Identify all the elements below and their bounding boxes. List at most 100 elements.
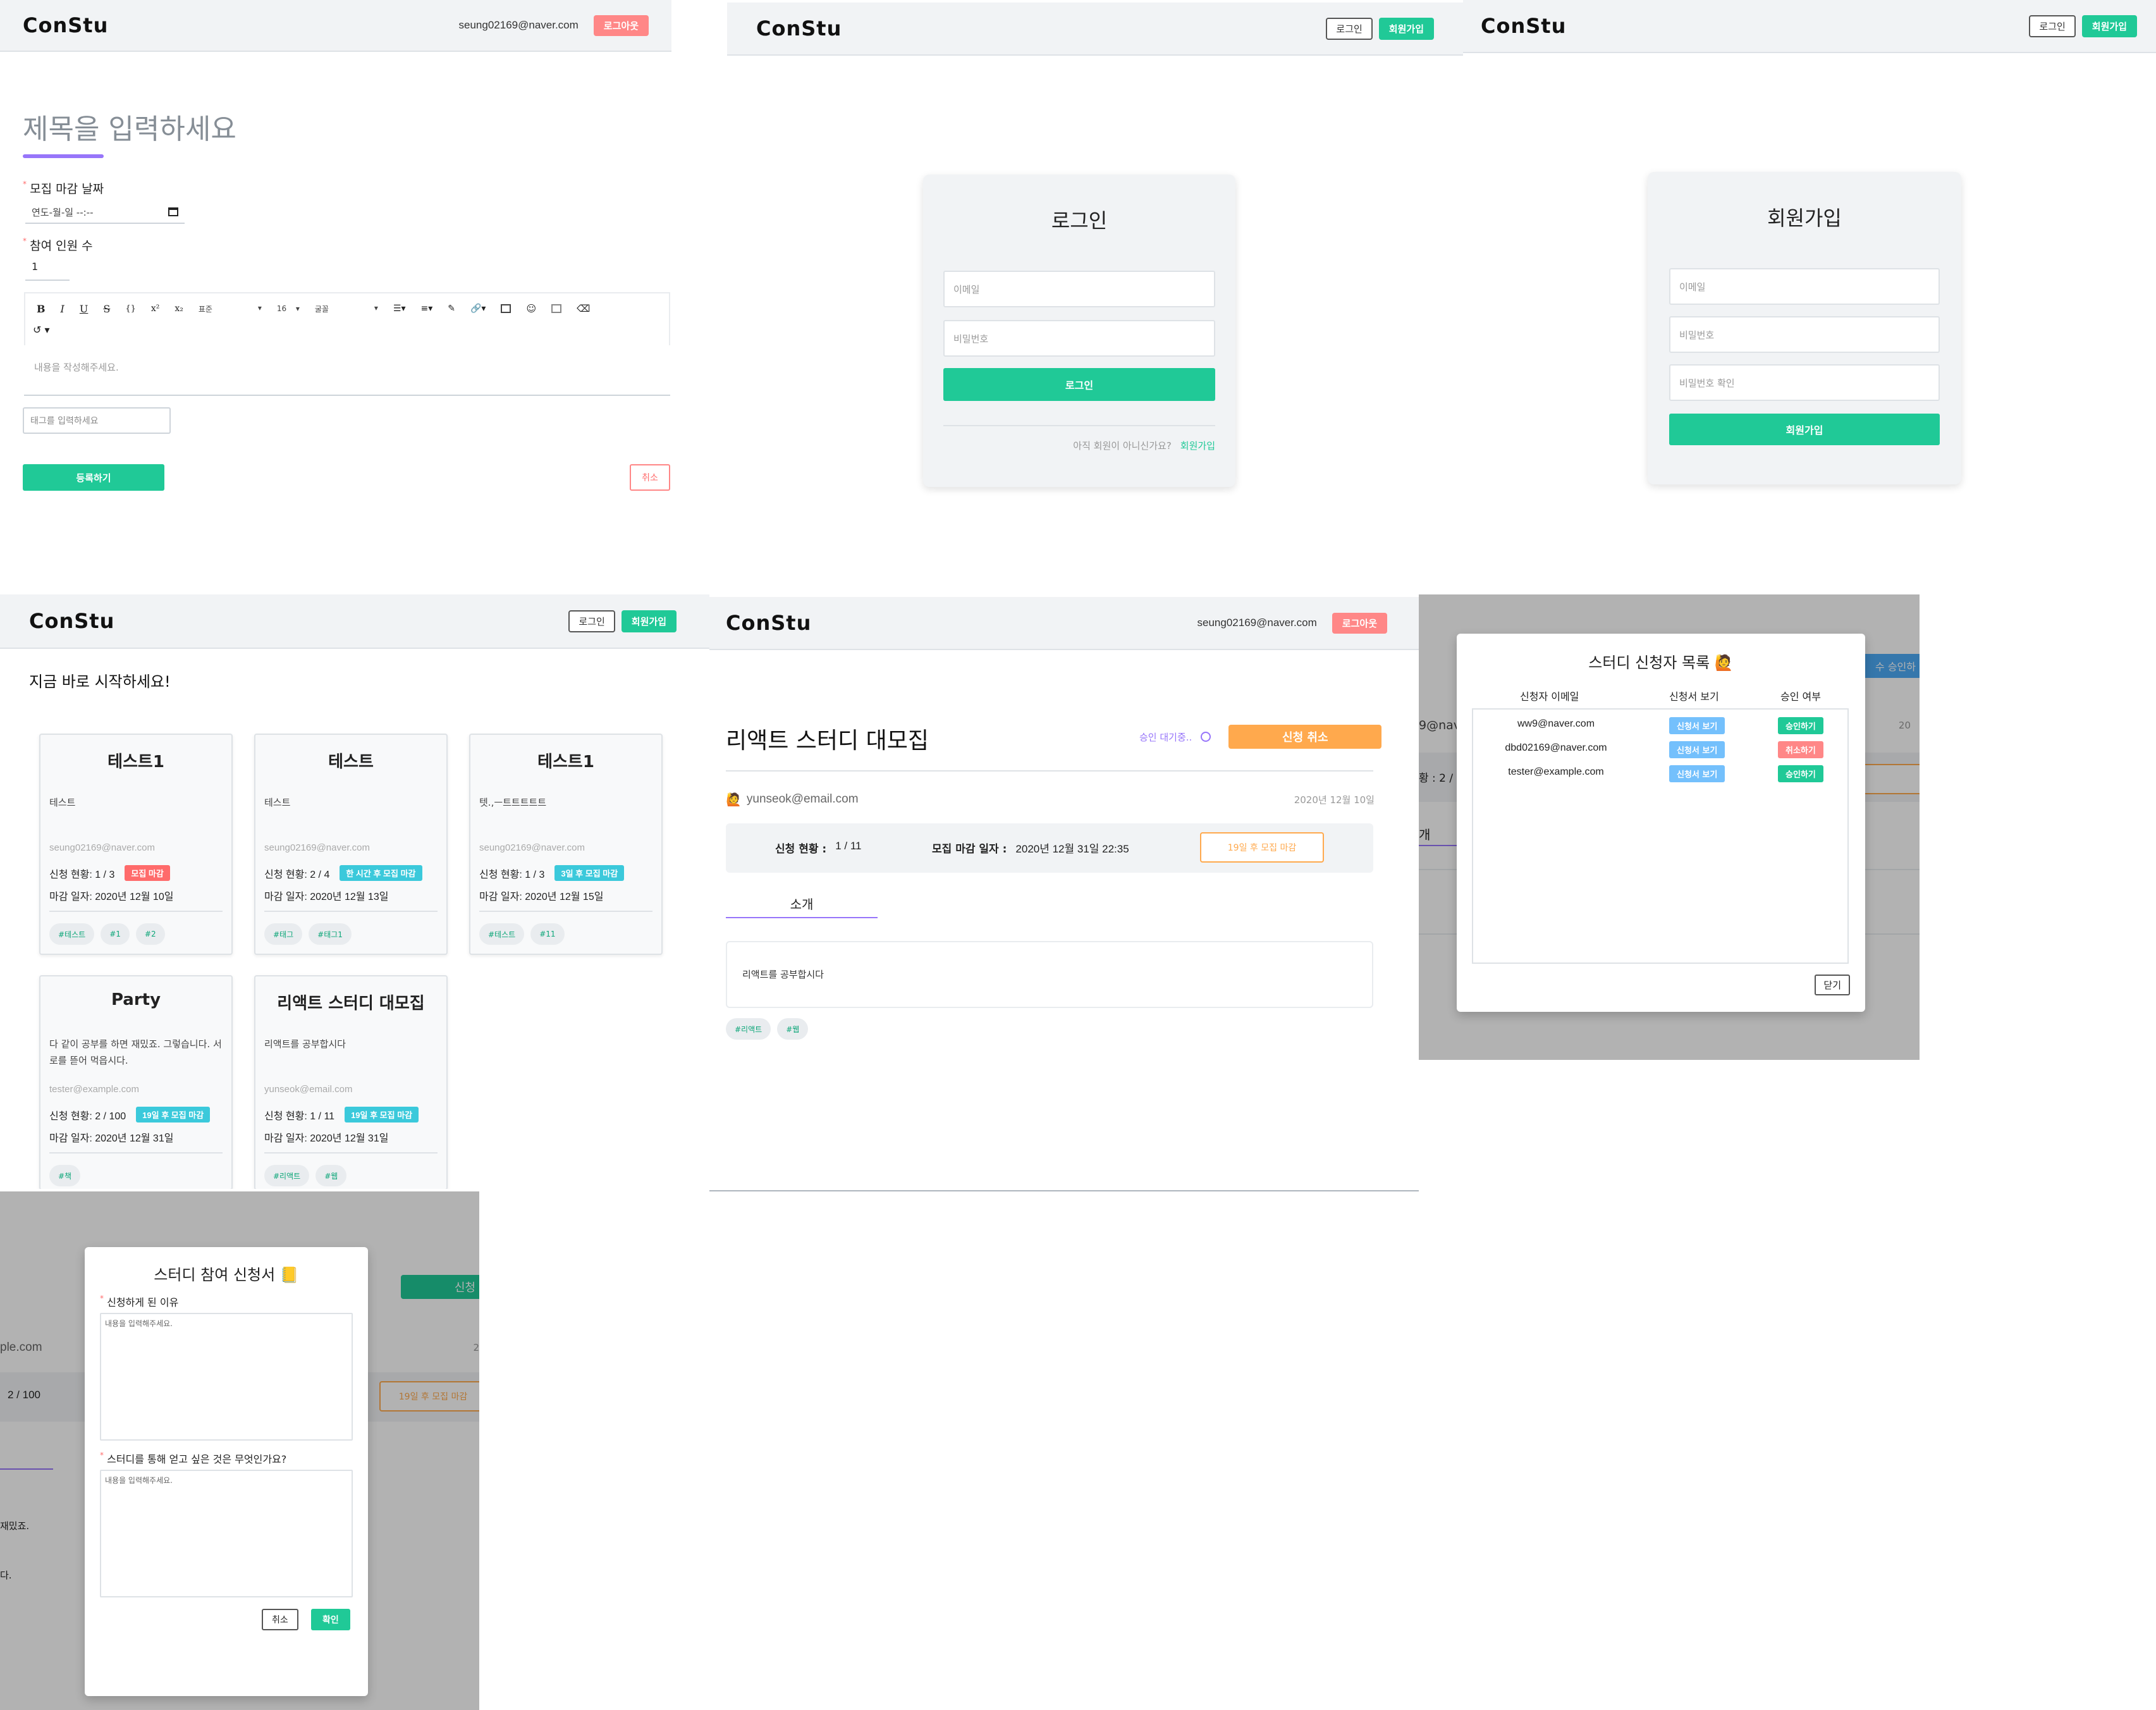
card-tags: #태그 #태그1 (264, 923, 438, 945)
view-application-button[interactable]: 신청서 보기 (1669, 741, 1725, 758)
code-button[interactable]: {} (125, 304, 136, 314)
approve-button[interactable]: 승인하기 (1778, 717, 1823, 734)
font-select[interactable]: 굴꼴 ▾ (315, 304, 378, 314)
question-1-placeholder: 내용을 입력해주세요. (105, 1319, 173, 1328)
align-icon[interactable]: ≡▾ (420, 304, 432, 314)
tag[interactable]: #리액트 (726, 1018, 771, 1040)
approve-button[interactable]: 승인하기 (1778, 765, 1823, 782)
italic-button[interactable]: I (61, 303, 64, 315)
signup-link[interactable]: 회원가입 (1180, 439, 1215, 452)
chevron-down-icon: ▾ (374, 303, 378, 312)
tag[interactable]: #11 (530, 923, 565, 945)
card-divider (49, 1152, 223, 1153)
tag-input[interactable]: 태그를 입력하세요 (23, 407, 171, 434)
view-application-button[interactable]: 신청서 보기 (1669, 765, 1725, 782)
submit-button[interactable]: 등록하기 (23, 464, 164, 491)
card-description: 텟.,ㅡ트트트트트 (479, 797, 547, 808)
card-author-email: tester@example.com (49, 1084, 139, 1095)
email-field[interactable]: 이메일 (943, 271, 1215, 307)
image-icon[interactable] (501, 304, 511, 313)
strike-button[interactable]: S (103, 303, 110, 315)
emoji-icon[interactable]: ☺ (526, 303, 536, 314)
question-2-textarea[interactable]: 내용을 입력해주세요. (100, 1470, 353, 1597)
logo[interactable]: ConStu (1481, 14, 1566, 38)
cancel-button[interactable]: 취소 (630, 464, 670, 491)
bold-button[interactable]: B (37, 303, 46, 315)
cancel-button[interactable]: 취소 (262, 1609, 298, 1630)
page-title: 리액트 스터디 대모집 (726, 728, 929, 754)
heading-select[interactable]: 표준 ▾ (199, 304, 262, 314)
tag[interactable]: #웹 (777, 1018, 809, 1040)
undo-icon[interactable]: ↺ ▾ (33, 324, 50, 336)
logo[interactable]: ConStu (23, 13, 108, 37)
superscript-button[interactable]: x² (151, 304, 160, 314)
card-title: 테스트1 (107, 753, 164, 772)
underline-button[interactable]: U (80, 303, 88, 315)
size-select[interactable]: 16 ▾ (277, 304, 300, 313)
modal-title: 스터디 참여 신청서 (154, 1266, 276, 1284)
card-divider (479, 911, 652, 912)
navbar: ConStu 로그인 회원가입 (727, 3, 1463, 56)
signup-nav-button[interactable]: 회원가입 (1378, 17, 1434, 40)
email-field[interactable]: 이메일 (1669, 268, 1940, 305)
login-card: 로그인 이메일 비밀번호 로그인 아직 회원이 아니신가요? 회원가입 (923, 175, 1235, 487)
tag[interactable]: #리액트 (264, 1165, 310, 1186)
login-nav-button[interactable]: 로그인 (1326, 17, 1373, 40)
study-card[interactable]: 테스트1 텟.,ㅡ트트트트트 seung02169@naver.com 신청 현… (469, 734, 663, 955)
tag[interactable]: #테스트 (479, 923, 525, 945)
signup-submit-button[interactable]: 회원가입 (1669, 414, 1940, 445)
signup-nav-button[interactable]: 회원가입 (2081, 15, 2137, 37)
logout-button[interactable]: 로그아웃 (593, 15, 649, 36)
tag[interactable]: #태그 (264, 923, 303, 945)
tag[interactable]: #1 (101, 923, 130, 945)
navbar: ConStu 로그인 회원가입 (0, 594, 709, 649)
cancel-approval-button[interactable]: 취소하기 (1778, 741, 1823, 758)
study-card[interactable]: 테스트 테스트 seung02169@naver.com 신청 현황: 2 / … (254, 734, 448, 955)
link-icon[interactable]: 🔗▾ (470, 304, 486, 314)
title-input[interactable]: 제목을 입력하세요 (23, 106, 236, 147)
study-card[interactable]: 리액트 스터디 대모집 리액트를 공부합시다 yunseok@email.com… (254, 975, 448, 1189)
list-icon[interactable]: ☰▾ (393, 304, 406, 314)
tag[interactable]: #테스트 (49, 923, 95, 945)
cancel-apply-button[interactable]: 신청 취소 (1228, 725, 1382, 749)
deadline-input[interactable]: 연도-월-일 --:-- (25, 201, 185, 224)
question-1-textarea[interactable]: 내용을 입력해주세요. (100, 1313, 353, 1441)
navbar: ConStu 로그인 회원가입 (1463, 0, 2156, 53)
deadline-label: 모집 마감 날짜 (30, 182, 104, 196)
login-nav-button[interactable]: 로그인 (568, 610, 615, 632)
login-submit-button[interactable]: 로그인 (943, 368, 1215, 401)
tag[interactable]: #2 (135, 923, 165, 945)
tag[interactable]: #책 (49, 1165, 81, 1186)
card-tags: #리액트 #웹 (264, 1165, 438, 1186)
signup-nav-button[interactable]: 회원가입 (621, 610, 677, 632)
close-button[interactable]: 닫기 (1815, 975, 1850, 995)
pen-icon[interactable]: ✎ (448, 304, 455, 314)
logout-button[interactable]: 로그아웃 (1332, 612, 1387, 634)
study-card[interactable]: Party 다 같이 공부를 하면 재밌죠. 그렇습니다. 서로를 뜯어 먹읍시… (39, 975, 233, 1189)
logo[interactable]: ConStu (756, 16, 842, 40)
calendar-icon[interactable] (168, 207, 178, 216)
login-nav-button[interactable]: 로그인 (2029, 15, 2076, 37)
eraser-icon[interactable]: ⌫ (577, 303, 590, 314)
card-status: 신청 현황: 1 / 3 (49, 869, 115, 880)
tag[interactable]: #태그1 (309, 923, 352, 945)
table-row: tester@example.com 신청서 보기 승인하기 (1473, 764, 1847, 782)
question-2-placeholder: 내용을 입력해주세요. (105, 1476, 173, 1485)
tag[interactable]: #웹 (315, 1165, 347, 1186)
password-field[interactable]: 비밀번호 (1669, 316, 1940, 353)
card-divider (264, 911, 438, 912)
video-icon[interactable] (551, 304, 562, 313)
password-field[interactable]: 비밀번호 (943, 320, 1215, 357)
logo[interactable]: ConStu (29, 609, 114, 633)
logo[interactable]: ConStu (726, 611, 811, 635)
password-confirm-field[interactable]: 비밀번호 확인 (1669, 364, 1940, 401)
tab-intro[interactable]: 소개 (726, 894, 878, 913)
participants-input[interactable]: 1 (25, 258, 70, 281)
editor-page: ConStu seung02169@naver.com 로그아웃 제목을 입력하… (0, 0, 671, 557)
confirm-button[interactable]: 확인 (311, 1609, 350, 1630)
content-editor[interactable]: 내용을 작성해주세요. (24, 345, 670, 396)
study-card[interactable]: 테스트1 테스트 seung02169@naver.com 신청 현황: 1 /… (39, 734, 233, 955)
subscript-button[interactable]: x₂ (175, 304, 183, 314)
view-application-button[interactable]: 신청서 보기 (1669, 717, 1725, 734)
headline: 지금 바로 시작하세요! (29, 673, 171, 691)
